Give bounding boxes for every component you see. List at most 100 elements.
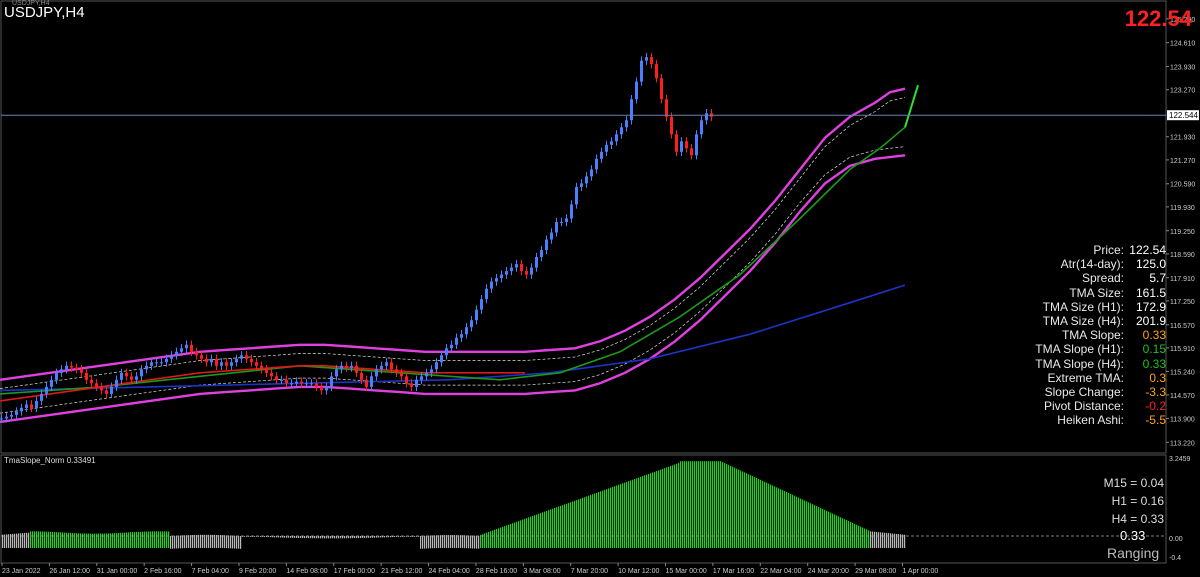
histogram-bar — [184, 535, 186, 549]
candle-body — [675, 134, 678, 152]
histogram-bar — [232, 535, 234, 549]
histogram-bar — [264, 536, 266, 537]
candle-body — [255, 362, 258, 366]
candle-body — [85, 372, 88, 380]
histogram-bar — [172, 535, 174, 549]
histogram-bar — [198, 534, 200, 548]
price-tick-label: 123.270 — [1170, 88, 1195, 95]
histogram-bar — [540, 513, 542, 548]
histogram-bar — [826, 510, 828, 548]
histogram-bar — [110, 533, 112, 548]
histogram-bar — [806, 501, 808, 548]
histogram-bar — [712, 461, 714, 548]
histogram-bar — [782, 490, 784, 548]
info-value: -3.3 — [1145, 385, 1166, 400]
histogram-bar — [764, 481, 766, 548]
candle-body — [5, 416, 8, 419]
info-key: TMA Slope (H4): — [1035, 356, 1124, 371]
histogram-bar — [654, 471, 656, 548]
histogram-bar — [50, 531, 52, 548]
candle-body — [325, 386, 328, 391]
time-tick-label: 29 Mar 08:00 — [855, 568, 896, 575]
histogram-bar — [704, 461, 706, 548]
histogram-bar — [858, 525, 860, 548]
histogram-bar — [784, 491, 786, 548]
histogram-bar — [626, 481, 628, 548]
candle-body — [485, 288, 488, 300]
price-tick-label: 113.900 — [1170, 416, 1195, 423]
info-row: TMA Size: 161.5 — [1035, 286, 1166, 300]
candle-body — [275, 376, 278, 380]
histogram-bar — [514, 522, 516, 548]
candle-body — [160, 362, 163, 364]
histogram-bar — [36, 531, 38, 548]
info-row: Atr(14-day): 125.0 — [1035, 257, 1166, 271]
histogram-bar — [404, 536, 406, 537]
histogram-bar — [208, 534, 210, 548]
histogram-bar — [124, 532, 126, 548]
sub-axis-zero: 0.00 — [1169, 536, 1183, 543]
candle-body — [155, 362, 158, 364]
price-tick-label: 115.910 — [1170, 346, 1195, 353]
histogram-bar — [48, 531, 50, 548]
candle-body — [585, 176, 588, 184]
histogram-bar — [586, 496, 588, 548]
histogram-bar — [574, 500, 576, 548]
candle-body — [170, 355, 173, 359]
histogram-bar — [696, 461, 698, 548]
time-tick-label: 14 Feb 08:00 — [286, 568, 327, 575]
info-row: Pivot Distance: -0.2 — [1035, 399, 1166, 413]
info-key: TMA Size (H1): — [1042, 299, 1124, 314]
price-tick-label: 121.930 — [1170, 135, 1195, 142]
candle-body — [210, 358, 213, 363]
sub-axis-bottom: -0.4 — [1169, 555, 1181, 562]
histogram-bar — [664, 468, 666, 548]
time-tick-label: 1 Apr 00:00 — [902, 568, 938, 575]
histogram-bar — [550, 509, 552, 548]
histogram-bar — [122, 532, 124, 548]
histogram-bar — [6, 534, 8, 548]
histogram-bar — [444, 535, 446, 548]
histogram-bar — [44, 531, 46, 548]
info-value: 0.3 — [1149, 370, 1166, 385]
candle-body — [620, 127, 623, 135]
candle-body — [480, 299, 483, 310]
histogram-bar — [150, 531, 152, 548]
candle-body — [575, 186, 578, 205]
histogram-bar — [756, 478, 758, 548]
candle-body — [550, 232, 553, 240]
histogram-bar — [708, 461, 710, 548]
candle-body — [230, 362, 233, 366]
histogram-bar — [576, 500, 578, 548]
candle-body — [250, 358, 253, 363]
histogram-bar — [516, 521, 518, 548]
histogram-bar — [142, 531, 144, 548]
candle-body — [125, 372, 128, 377]
time-tick-label: 7 Mar 20:00 — [571, 568, 608, 575]
histogram-bar — [254, 536, 256, 537]
histogram-bar — [454, 535, 456, 548]
histogram-bar — [70, 532, 72, 548]
info-key: TMA Slope: — [1061, 328, 1124, 343]
price-chart[interactable]: 125.290124.610123.930123.270121.930121.2… — [0, 0, 1200, 577]
histogram-bar — [698, 461, 700, 548]
histogram-bar — [498, 528, 500, 548]
candle-body — [200, 355, 203, 359]
candle-body — [270, 372, 273, 377]
histogram-bar — [808, 502, 810, 548]
histogram-bar — [566, 503, 568, 548]
histogram-bar — [480, 534, 482, 548]
histogram-bar — [656, 471, 658, 548]
histogram-bar — [210, 534, 212, 548]
histogram-bar — [886, 532, 888, 548]
histogram-bar — [890, 533, 892, 548]
histogram-bar — [466, 535, 468, 549]
histogram-bar — [870, 531, 872, 548]
histogram-bar — [42, 531, 44, 548]
histogram-bar — [580, 498, 582, 548]
histogram-bar — [484, 533, 486, 548]
candle-body — [665, 99, 668, 117]
histogram-bar — [202, 534, 204, 548]
histogram-bar — [18, 533, 20, 548]
histogram-bar — [438, 535, 440, 549]
